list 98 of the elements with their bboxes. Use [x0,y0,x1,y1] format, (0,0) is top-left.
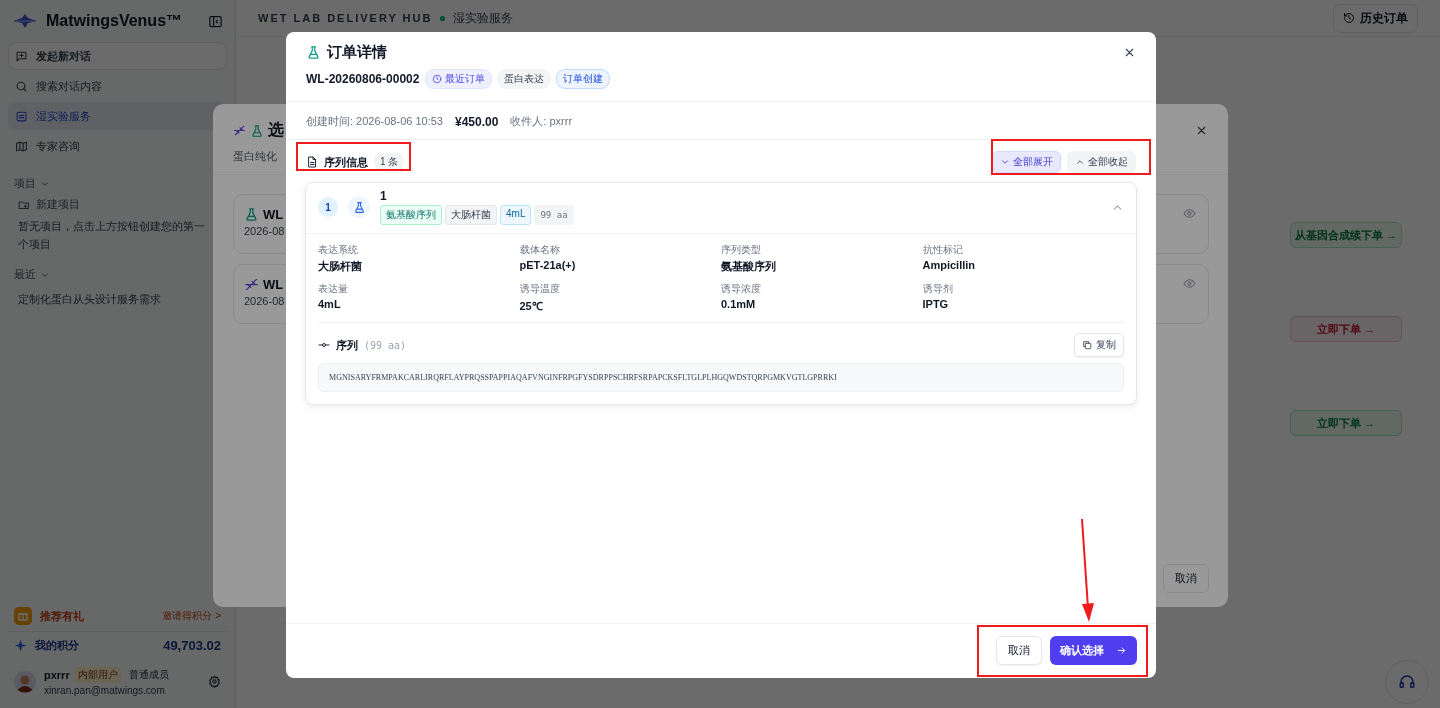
document-icon [306,156,318,168]
settings-icon [208,675,221,688]
support-button[interactable] [1385,660,1429,704]
order-button[interactable]: 立即下单 → [1290,410,1402,436]
close-icon [1195,124,1208,137]
nav-item[interactable]: 搜索对话内容 [8,72,227,100]
nav-item[interactable]: 专家咨询 [8,132,227,160]
folder-plus-icon [18,198,30,211]
role-label: 普通成员 [127,668,170,682]
field-label: 序列类型 [721,243,762,257]
field-value: 氨基酸序列 [721,259,777,274]
index-badge: 1 [318,197,338,217]
field-label: 表达量 [318,282,349,296]
field-value: 大肠杆菌 [318,259,363,274]
order-date: 2026-08 [244,225,285,237]
recent-item[interactable]: 定制化蛋白从头设计服务需求 [18,292,217,308]
copy-button[interactable]: 复制 [1074,333,1124,357]
sequence-length: (99 aa) [364,339,408,351]
sidebar-toggle-icon [208,13,223,29]
dialog-subtitle: 蛋白纯化 [233,150,277,162]
field-label: 诱导剂 [922,282,954,296]
new-project-link[interactable]: 新建项目 [18,197,217,212]
nav-item[interactable]: 发起新对话 [8,42,227,70]
copy-icon [1082,340,1092,350]
sequence-name: 1 [380,189,388,203]
order-id: WL [263,277,284,292]
field-value: pET-21a(+) [519,259,577,271]
eye-icon [1183,277,1196,290]
panel-icon [15,109,28,123]
gift-icon [14,607,32,625]
order-tag: 最近订单 [425,69,493,89]
field-label: 表达系统 [318,243,359,257]
sequence-tag: 大肠杆菌 [445,205,497,225]
chat-plus-icon [15,49,28,63]
sparkle-icon [14,639,27,652]
field-value: Ampicillin [922,259,977,271]
order-button[interactable]: 从基因合成续下单 → [1290,222,1402,248]
sequence-tag: 99 aa [534,205,574,225]
field-label: 抗性标记 [922,243,964,257]
recipient: 收件人: pxrrr [510,114,573,129]
chevron-up-icon [1075,157,1085,167]
brand-name: MatwingsVenus™ [46,12,184,30]
order-price: ¥450.00 [454,114,499,129]
status-dot [440,15,446,21]
order-id: WL [263,207,284,222]
dialog-title: 选 [268,120,284,140]
user-name: pxrrr [44,669,70,681]
order-tag: 蛋白表达 [497,69,552,89]
referral-label: 推荐有礼 [40,608,85,624]
clock-icon [432,74,443,84]
confirm-button[interactable]: 确认选择 [1050,636,1137,665]
created-time: 创建时间: 2026-08-06 10:53 [306,114,443,129]
dialog-title: 订单详情 [327,43,388,62]
flask-icon [352,200,366,214]
eyebrow-label: WET LAB DELIVERY HUB [258,12,433,24]
flask-icon [250,123,264,138]
role-badge: 内部用户 [74,667,121,683]
points-value: 49,703.02 [163,638,221,653]
invite-link[interactable]: 邀请得积分 > [162,609,221,623]
map-icon [15,139,28,153]
flask-icon [244,207,259,222]
arrow-right-icon [1116,645,1127,656]
section-title: 序列信息 [324,154,368,170]
cancel-button[interactable]: 取消 [996,636,1042,665]
avatar [14,670,36,693]
order-tag: 订单创建 [556,69,611,89]
cancel-button[interactable]: 取消 [1163,564,1209,593]
history-icon [1343,12,1355,24]
points-label: 我的积分 [35,638,80,653]
field-label: 诱导温度 [519,282,561,296]
order-id: WL-20260806-00002 [306,72,420,86]
sequence-label: 序列 [336,337,358,353]
field-value: 25℃ [519,299,544,313]
expand-all-button[interactable]: 全部展开 [992,151,1061,173]
order-button[interactable]: 立即下单 → [1290,316,1402,342]
field-label: 诱导浓度 [721,282,762,296]
page-title: 湿实验服务 [453,9,515,27]
field-value: 4mL [318,298,342,310]
section-heading: 最近 [14,267,36,283]
sequence-tag: 氨基酸序列 [380,205,442,225]
logo-icon [12,13,38,29]
order-date: 2026-08 [244,295,285,307]
user-email: xinran.pan@matwings.com [44,685,166,696]
field-value: IPTG [922,298,950,310]
sequence-text: MGNISARYFRMPAKCARLIRQRFLAYPRQSSPAPPIAQAFVNGINFRPGFYSDRPPSCHRFSRPAPCKSFLTGLPLHGQWDSTQRPGMKVGTLGPRRKI [318,363,1124,392]
section-heading: 项目 [14,176,36,191]
history-button[interactable]: 历史订单 [1333,3,1418,33]
flask-icon [306,45,321,60]
eye-icon [1183,207,1196,220]
field-label: 载体名称 [519,243,561,257]
sequence-tag: 4mL [500,205,532,225]
collapse-all-button[interactable]: 全部收起 [1067,151,1136,173]
search-icon [15,79,28,93]
headset-icon [1398,673,1416,691]
close-button[interactable] [1123,46,1136,59]
close-icon [1123,46,1136,59]
chevron-down-icon [1000,157,1010,167]
field-value: 0.1mM [721,298,757,310]
